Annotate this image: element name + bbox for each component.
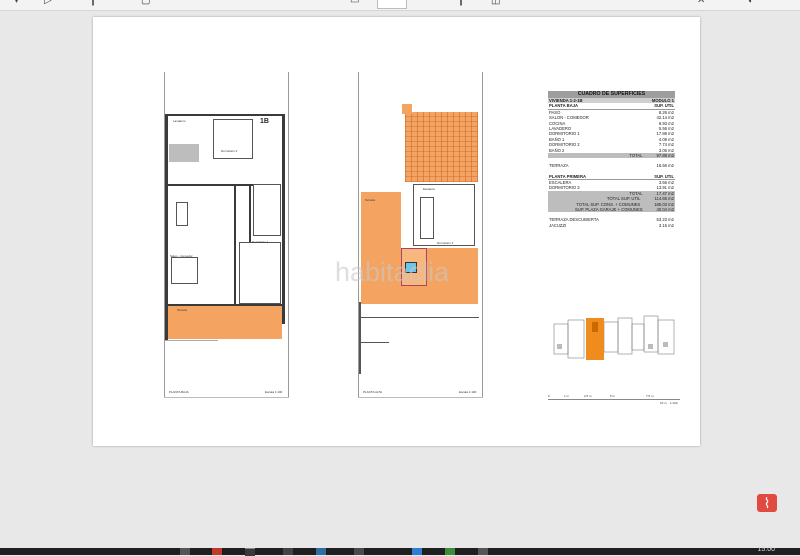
table-title: CUADRO DE SUPERFICIES: [548, 91, 675, 98]
scale-ratio: 1:100: [670, 401, 678, 405]
plan-footer-right: Escala 1:100: [459, 390, 477, 394]
scale-tick: 5 m: [610, 394, 616, 398]
store-icon[interactable]: [412, 548, 422, 555]
row-name: JACUZZI: [549, 222, 567, 228]
app-icon[interactable]: [354, 548, 364, 555]
room-label: Salon - Comedor: [170, 254, 193, 258]
section-col: SUP. UTIL: [654, 103, 674, 109]
copy-icon[interactable]: ▢: [141, 0, 150, 6]
plan-footer-left: PLANTA ALTA: [363, 390, 383, 394]
search-icon[interactable]: [180, 548, 190, 555]
scale-tick: 10 m: [660, 401, 667, 405]
mail-icon[interactable]: [316, 548, 326, 555]
section-col: SUP. UTIL: [654, 173, 674, 179]
folder-icon[interactable]: [283, 548, 293, 555]
scale-tick: 2.5 m: [584, 394, 592, 398]
scale-tick: 7.5 m: [646, 394, 654, 398]
viewer-toolbar: ▾ ▷ ╽ ▢ ▭ ╽ ◫ ✕ ◐: [0, 0, 800, 11]
plan-footer-right: Escala 1:100: [265, 390, 283, 394]
rotate-icon[interactable]: ╽: [458, 0, 464, 6]
taskbar: 15:00: [0, 546, 800, 556]
section-label: PLANTA BAJA: [549, 103, 579, 109]
room-label: Lavadero: [173, 119, 186, 123]
app-icon[interactable]: [445, 548, 455, 555]
pdf-page: Lavadero Dormitorio 2 Salon - Comedor Do…: [93, 17, 700, 446]
row-name: SUP. PLAZA GARAJE + COMUNES: [575, 207, 643, 213]
scale-bar: 0 1 m 2.5 m 5 m 7.5 m 10 m 1:100: [548, 393, 680, 407]
room-label: Terraza: [177, 308, 188, 312]
row-value: 3.15 m2: [658, 222, 674, 228]
draw-icon[interactable]: ▷: [44, 0, 52, 6]
page-number-box[interactable]: [377, 0, 407, 9]
watermark: habitaclia: [335, 257, 450, 287]
app-icon[interactable]: [212, 548, 222, 555]
print-icon[interactable]: ▭: [350, 0, 359, 6]
fit-icon[interactable]: ◫: [491, 0, 500, 6]
plan-footer-left: PLANTA BAJA: [169, 390, 189, 394]
scale-tick: 0: [548, 394, 550, 398]
room-label: Escalera: [423, 187, 435, 191]
section-label: PLANTA PRIMERA: [549, 173, 586, 179]
clock: 15:00: [757, 546, 775, 553]
floor-plan-ground: Lavadero Dormitorio 2 Salon - Comedor Do…: [161, 72, 291, 402]
total-row: TOTAL 97.88 m2: [548, 152, 675, 159]
total-label: TOTAL: [629, 152, 643, 158]
pdf-icon[interactable]: ⌇: [757, 494, 777, 512]
scale-tick: 1 m: [564, 394, 570, 398]
search-icon[interactable]: ✕: [697, 0, 705, 6]
row-name: TERRAZA: [549, 163, 569, 169]
table-row: JACUZZI 3.15 m2: [548, 223, 675, 228]
room-label: Dormitorio 3: [437, 241, 454, 245]
unit-label: 1B: [260, 118, 269, 125]
room-label: Dormitorio 1: [252, 240, 269, 244]
row-value: 40.04 m2: [656, 207, 674, 213]
total-row: SUP. PLAZA GARAJE + COMUNES 40.04 m2: [548, 207, 675, 213]
room-label: Dormitorio 2: [221, 149, 238, 153]
more-icon[interactable]: ◐: [748, 0, 754, 6]
surfaces-table: CUADRO DE SUPERFICIES VIVIENDA 1-2-1B MO…: [548, 91, 675, 228]
floor-plan-first: Terraza Escalera Dormitorio 3 PLANTA ALT…: [355, 72, 485, 402]
app-icon[interactable]: [478, 548, 488, 555]
pointer-icon[interactable]: ▾: [14, 0, 19, 6]
pen-icon[interactable]: ╽: [90, 0, 96, 6]
site-plan-map: [553, 315, 675, 360]
room-label: Terraza: [365, 198, 376, 202]
total-value: 97.88 m2: [656, 152, 674, 158]
row-value: 16.56 m2: [656, 163, 674, 169]
